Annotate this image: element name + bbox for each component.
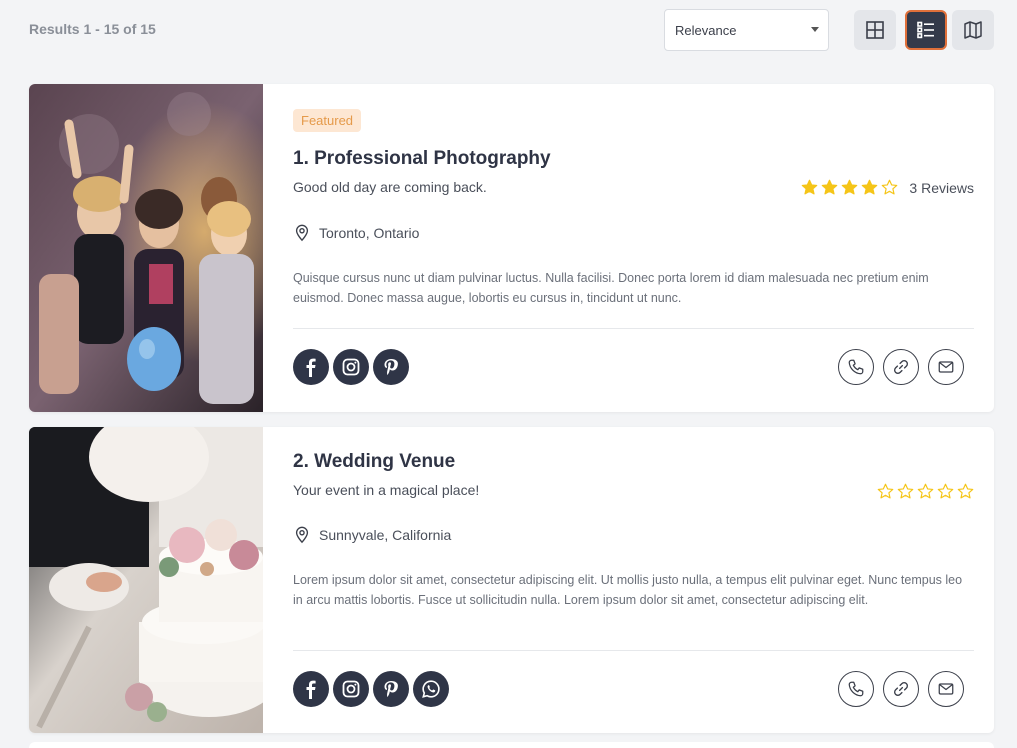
instagram-link[interactable] [333,349,369,385]
featured-badge: Featured [293,109,362,132]
listing-title[interactable]: 2. Wedding Venue [293,451,455,473]
map-pin-icon [295,526,309,544]
link-icon [894,682,908,696]
instagram-icon [342,680,360,698]
listing-rating: 3 Reviews [801,179,974,196]
listing-rating [877,483,974,500]
star-filled-icon [802,179,818,195]
star-outline-icon [937,483,954,499]
pinterest-icon [384,681,398,697]
link-button[interactable] [883,671,919,707]
facebook-icon [306,358,316,377]
listing-tagline: Good old day are coming back. [293,179,487,195]
sort-select-value: Relevance [675,23,737,38]
link-button[interactable] [883,349,919,385]
star-outline-icon [897,483,914,499]
contact-actions [838,671,964,707]
phone-button[interactable] [838,671,874,707]
grid-view-icon [866,21,884,39]
chevron-down-icon [811,27,819,32]
star-outline-icon [917,483,934,499]
grid-view-button[interactable] [854,10,896,50]
phone-icon [848,681,864,697]
list-view-icon [917,21,934,39]
party-photo-icon [29,84,263,412]
star-outline-icon [877,483,894,499]
phone-button[interactable] [838,349,874,385]
listing-location: Sunnyvale, California [293,526,451,544]
instagram-link[interactable] [333,671,369,707]
next-listing-card-edge [29,742,994,748]
map-view-button[interactable] [952,10,994,50]
location-text: Sunnyvale, California [319,527,452,543]
facebook-link[interactable] [293,349,329,385]
star-outline-icon [882,179,898,195]
listing-description: Quisque cursus nunc ut diam pulvinar luc… [293,271,929,305]
contact-actions [838,349,964,385]
instagram-icon [342,358,360,376]
pinterest-icon [384,359,398,375]
phone-icon [848,359,864,375]
map-pin-icon [295,224,309,242]
whatsapp-icon [422,680,440,698]
listing-tagline: Your event in a magical place! [293,482,480,498]
social-links [293,671,449,707]
star-filled-icon [842,179,858,195]
list-view-button[interactable] [905,10,947,50]
location-text: Toronto, Ontario [319,225,420,241]
star-outline-icon [957,483,974,499]
social-links [293,349,409,385]
listing-image-party[interactable] [29,84,263,412]
wedding-cake-photo-icon [29,427,263,733]
reviews-link[interactable]: 3 Reviews [909,180,974,196]
facebook-icon [306,680,316,699]
divider [293,650,974,651]
sort-select[interactable]: Relevance [664,9,829,51]
results-count: Results 1 - 15 of 15 [29,21,156,37]
listing-description: Lorem ipsum dolor sit amet, consectetur … [293,573,963,607]
listing-location: Toronto, Ontario [293,224,419,242]
pinterest-link[interactable] [373,671,409,707]
listing-card[interactable]: 2. Wedding Venue Your event in a magical… [29,427,994,733]
divider [293,328,974,329]
mail-icon [938,361,954,373]
results-toolbar: Results 1 - 15 of 15 Relevance [0,0,1017,70]
star-filled-icon [862,179,878,195]
mail-icon [938,683,954,695]
mail-button[interactable] [928,671,964,707]
map-view-icon [964,21,982,39]
listing-title[interactable]: 1. Professional Photography [293,148,551,170]
rating-stars [801,179,898,196]
listing-image-wedding[interactable] [29,427,263,733]
whatsapp-link[interactable] [413,671,449,707]
star-filled-icon [822,179,838,195]
mail-button[interactable] [928,349,964,385]
listing-card[interactable]: Featured 1. Professional Photography Goo… [29,84,994,412]
rating-stars [877,483,974,500]
facebook-link[interactable] [293,671,329,707]
link-icon [894,360,908,374]
pinterest-link[interactable] [373,349,409,385]
